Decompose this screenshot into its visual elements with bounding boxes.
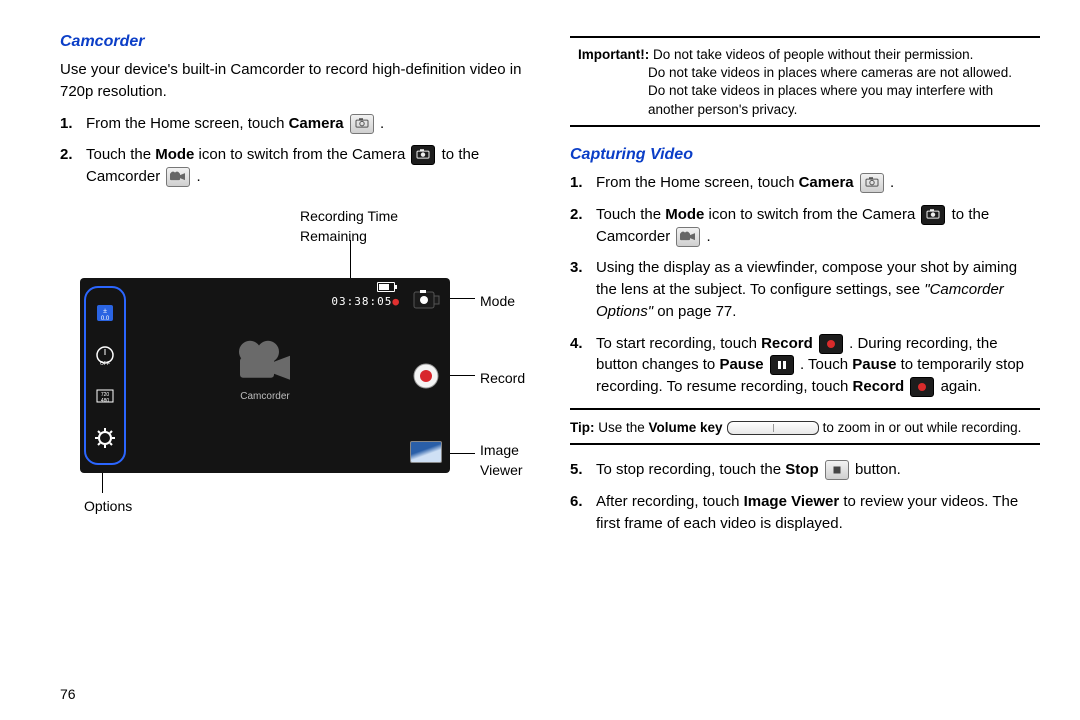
svg-text:480: 480 [101, 398, 110, 404]
recording-time: 03:38:05● [80, 294, 400, 310]
camcorder-heading: Camcorder [60, 30, 530, 53]
svg-text:OFF: OFF [100, 361, 110, 366]
record-icon [819, 334, 843, 354]
record-icon [910, 377, 934, 397]
camera-icon [860, 173, 884, 193]
record-button [412, 362, 440, 390]
important-note: Important!: Do not take videos of people… [570, 46, 1040, 119]
label-record: Record [480, 368, 525, 388]
capturing-video-steps-2: 5. To stop recording, touch the Stop but… [570, 459, 1040, 534]
pause-icon [770, 355, 794, 375]
right-column: Important!: Do not take videos of people… [570, 30, 1040, 700]
capturing-video-heading: Capturing Video [570, 143, 1040, 166]
step-text: From the Home screen, touch Camera . [86, 113, 530, 135]
image-viewer-thumb [410, 441, 442, 463]
camera-mode-icon [921, 205, 945, 225]
options-column: ±0.0 OFF 720480 [84, 286, 126, 465]
label-image-viewer: Image Viewer [480, 440, 523, 481]
label-options: Options [84, 496, 132, 516]
capturing-video-steps: 1. From the Home screen, touch Camera . … [570, 172, 1040, 398]
svg-text:±: ± [103, 308, 107, 315]
timer-icon: OFF [94, 344, 116, 366]
camcorder-intro: Use your device's built-in Camcorder to … [60, 59, 530, 103]
step-number: 1. [60, 113, 86, 135]
camcorder-mode-icon [676, 227, 700, 247]
camcorder-screen: 03:38:05● ±0.0 OFF 720480 Camcorder [80, 278, 450, 473]
battery-icon [377, 282, 395, 292]
svg-text:0.0: 0.0 [101, 316, 110, 322]
camcorder-caption: Camcorder [236, 389, 294, 404]
exposure-icon: ±0.0 [94, 302, 116, 324]
settings-icon [94, 427, 116, 449]
camcorder-diagram: Recording Time Remaining 03:38:05● ±0.0 … [70, 218, 490, 518]
label-mode: Mode [480, 291, 515, 311]
stop-icon [825, 460, 849, 480]
left-column: Camcorder Use your device's built-in Cam… [60, 30, 530, 700]
camcorder-steps: 1. From the Home screen, touch Camera . … [60, 113, 530, 188]
camcorder-large-icon [236, 339, 294, 381]
page-number: 76 [60, 684, 76, 704]
camcorder-mode-icon [166, 167, 190, 187]
camera-mode-icon [411, 145, 435, 165]
tip-note: Tip: Use the Volume key to zoom in or ou… [570, 418, 1040, 438]
mode-button [412, 288, 440, 312]
step-number: 2. [60, 144, 86, 166]
camera-icon [350, 114, 374, 134]
resolution-icon: 720480 [94, 385, 116, 407]
step-text: Touch the Mode icon to switch from the C… [86, 144, 530, 188]
volume-key-icon [727, 421, 819, 435]
